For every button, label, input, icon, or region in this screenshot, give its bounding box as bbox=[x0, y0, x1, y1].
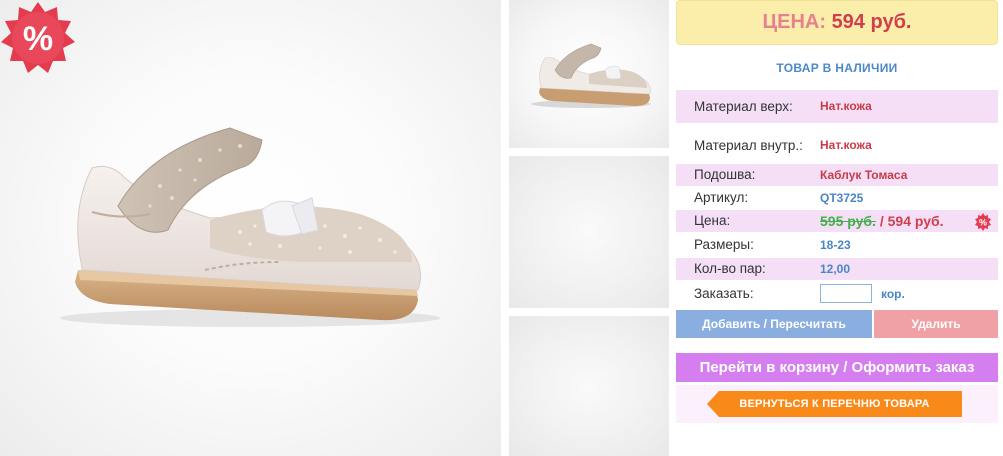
spec-label: Подошва: bbox=[694, 167, 756, 182]
back-button-label: ВЕРНУТЬСЯ К ПЕРЕЧНЮ ТОВАРА bbox=[739, 398, 930, 410]
discount-mini-symbol: % bbox=[979, 218, 987, 228]
spec-label: Материал внутр.: bbox=[694, 138, 803, 153]
main-product-photo[interactable]: % bbox=[0, 0, 501, 456]
order-quantity-input[interactable] bbox=[820, 284, 872, 303]
spec-label: Артикул: bbox=[694, 190, 749, 205]
price-header-label: ЦЕНА: bbox=[762, 11, 827, 33]
spec-label: Цена: bbox=[694, 213, 731, 228]
go-to-cart-button[interactable]: Перейти в корзину / Оформить заказ bbox=[676, 353, 998, 382]
new-price: 594 руб. bbox=[887, 213, 944, 229]
spec-label: Размеры: bbox=[694, 237, 754, 252]
spec-row-price: Цена: 595 руб. / 594 руб. % bbox=[676, 210, 998, 232]
spec-value: Нат.кожа bbox=[820, 99, 872, 113]
spec-value: Каблук Томаса bbox=[820, 168, 908, 182]
spec-value: QT3725 bbox=[820, 191, 864, 205]
price-separator: / bbox=[875, 213, 888, 229]
order-unit: кор. bbox=[881, 287, 905, 301]
spec-row-sizes: Размеры: 18-23 bbox=[676, 234, 998, 256]
add-recalculate-button[interactable]: Добавить / Пересчитать bbox=[676, 310, 872, 338]
spec-row-article: Артикул: QT3725 bbox=[676, 187, 998, 209]
spec-label: Материал верх: bbox=[694, 99, 793, 114]
shoe-thumbnail-image bbox=[531, 43, 651, 108]
spec-price-value: 595 руб. / 594 руб. bbox=[820, 210, 944, 233]
price-header: ЦЕНА: 594 руб. bbox=[676, 0, 998, 45]
stock-status: ТОВАР В НАЛИЧИИ bbox=[776, 61, 898, 75]
spec-label: Заказать: bbox=[694, 286, 754, 301]
thumbnail-2[interactable] bbox=[509, 156, 669, 308]
back-button-area: ВЕРНУТЬСЯ К ПЕРЕЧНЮ ТОВАРА bbox=[676, 385, 998, 423]
thumbnail-strip bbox=[501, 0, 676, 456]
thumbnail-3[interactable] bbox=[509, 316, 669, 456]
old-price: 595 руб. bbox=[820, 213, 876, 229]
spec-value: 12,00 bbox=[820, 262, 851, 276]
spec-row-order: Заказать: кор. bbox=[676, 283, 998, 305]
discount-badge-icon: % bbox=[1, 2, 75, 73]
delete-button[interactable]: Удалить bbox=[874, 310, 998, 338]
spec-value: Нат.кожа bbox=[820, 138, 872, 152]
product-info-panel: ЦЕНА: 594 руб. ТОВАР В НАЛИЧИИ Материал … bbox=[676, 0, 998, 456]
discount-mini-icon: % bbox=[975, 213, 991, 231]
back-to-list-button[interactable]: ВЕРНУТЬСЯ К ПЕРЕЧНЮ ТОВАРА bbox=[707, 391, 962, 417]
price-header-value: 594 руб. bbox=[831, 11, 912, 33]
spec-row-pairs: Кол-во пар: 12,00 bbox=[676, 258, 998, 280]
spec-row-inner-material: Материал внутр.: Нат.кожа bbox=[676, 129, 998, 162]
thumbnail-1[interactable] bbox=[509, 0, 669, 148]
spec-label: Кол-во пар: bbox=[694, 261, 766, 276]
spec-value: 18-23 bbox=[820, 238, 851, 252]
discount-badge-symbol: % bbox=[23, 20, 53, 58]
spec-row-upper-material: Материал верх: Нат.кожа bbox=[676, 90, 998, 123]
spec-row-sole: Подошва: Каблук Томаса bbox=[676, 164, 998, 186]
